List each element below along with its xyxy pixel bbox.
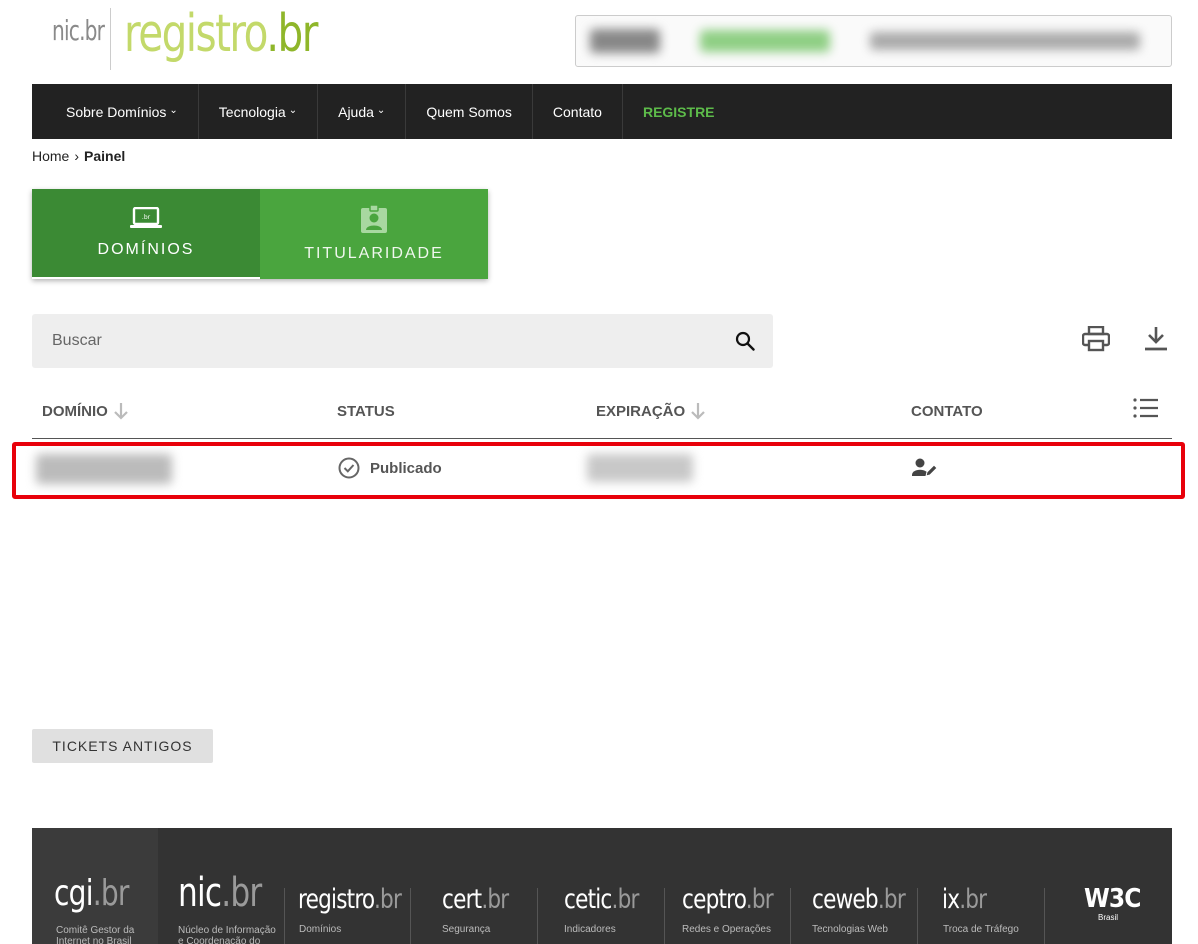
column-header-expiracao[interactable]: EXPIRAÇÃO [596,402,705,420]
check-circle-icon [338,457,360,479]
tab-titularidade[interactable]: TITULARIDADE [260,189,488,279]
redacted-expiration-date [587,454,693,482]
nav-tecnologia[interactable]: Tecnologia ⌄ [199,84,319,139]
print-button[interactable] [1081,325,1111,357]
arrow-down-sort-icon[interactable] [114,402,128,420]
footer-ceptro-subtitle: Redes e Operações [682,924,771,935]
redacted-user-details [870,32,1140,50]
panel-tabs: .br DOMÍNIOS TITULARIDADE [32,189,488,279]
table-header: DOMÍNIO STATUS EXPIRAÇÃO CONTATO [32,392,1172,439]
search-bar [32,314,773,368]
footer-cetic-subtitle: Indicadores [564,924,616,935]
column-header-contato: CONTATO [911,403,983,420]
footer-divider [790,888,791,944]
user-info-box [575,15,1172,67]
breadcrumb-separator: › [74,148,80,164]
footer: cgi.br Comitê Gestor da Internet no Bras… [32,828,1172,944]
column-menu-button[interactable] [1133,397,1159,424]
svg-text:.br: .br [142,214,151,221]
column-header-status: STATUS [337,403,395,420]
footer-cgi-subtitle: Comitê Gestor da Internet no Brasil [56,925,135,944]
footer-ceweb-subtitle: Tecnologias Web [812,924,888,935]
laptop-icon: .br [130,207,162,228]
footer-logo-registro[interactable]: registro.br [298,884,402,915]
tickets-antigos-button[interactable]: TICKETS ANTIGOS [32,729,213,763]
redacted-domain-name[interactable] [36,454,172,484]
chevron-down-icon: ⌄ [376,105,386,116]
footer-logo-cgi[interactable]: cgi.br [54,873,129,914]
tab-dominios-label: DOMÍNIOS [97,241,195,258]
table-row[interactable]: Publicado [32,440,1172,496]
download-button[interactable] [1144,326,1168,357]
redacted-user-id [590,29,660,53]
search-icon[interactable] [735,331,755,351]
breadcrumb-home[interactable]: Home [32,148,69,164]
nic-br-logo[interactable]: nic.br [52,14,105,47]
header: nic.br registro.br [32,0,1172,84]
nav-sobre-dominios[interactable]: Sobre Domínios ⌄ [46,84,199,139]
footer-logo-ceweb[interactable]: ceweb.br [812,884,906,915]
footer-divider [917,888,918,944]
footer-logo-w3c[interactable]: W3C [1084,884,1141,914]
footer-divider [664,888,665,944]
footer-divider [410,888,411,944]
column-header-dominio[interactable]: DOMÍNIO [42,402,128,420]
id-badge-icon [361,205,387,233]
nav-ajuda[interactable]: Ajuda ⌄ [318,84,407,139]
footer-ix-subtitle: Troca de Tráfego [943,924,1019,935]
download-icon [1145,327,1167,351]
nav-contato[interactable]: Contato [533,84,623,139]
registro-br-logo[interactable]: registro.br [124,4,318,64]
breadcrumb: Home › Painel [32,148,125,164]
breadcrumb-current: Painel [84,148,126,164]
logo-divider [110,8,111,70]
main-nav: Sobre Domínios ⌄ Tecnologia ⌄ Ajuda ⌄ Quem … [32,84,1172,139]
footer-w3c-subtitle: Brasil [1098,913,1119,922]
status-text: Publicado [370,459,442,477]
footer-logo-cetic[interactable]: cetic.br [564,884,639,915]
tab-dominios[interactable]: .br DOMÍNIOS [32,189,260,279]
tab-titularidade-label: TITULARIDADE [304,245,444,262]
edit-contact-button[interactable] [912,458,938,483]
list-icon [1133,398,1158,418]
footer-divider [284,888,285,944]
footer-divider [537,888,538,944]
status-cell: Publicado [338,457,442,479]
footer-logo-ceptro[interactable]: ceptro.br [682,884,774,915]
search-input[interactable] [52,332,735,350]
chevron-down-icon: ⌄ [288,105,298,116]
footer-registro-subtitle: Domínios [299,924,342,935]
nav-registre[interactable]: REGISTRE [623,84,735,139]
footer-divider [1044,888,1045,944]
nav-quem-somos[interactable]: Quem Somos [406,84,533,139]
footer-logo-ix[interactable]: ix.br [942,884,987,915]
footer-logo-cert[interactable]: cert.br [442,884,509,915]
footer-cert-subtitle: Segurança [442,924,491,935]
printer-icon [1081,325,1111,352]
chevron-down-icon: ⌄ [169,105,178,116]
footer-logo-nic[interactable]: nic.br [178,870,262,916]
user-edit-icon [912,458,938,477]
arrow-down-sort-icon[interactable] [691,402,705,420]
footer-nic-subtitle: Núcleo de Informação e Coordenação do [178,925,276,944]
redacted-user-status [700,30,830,52]
